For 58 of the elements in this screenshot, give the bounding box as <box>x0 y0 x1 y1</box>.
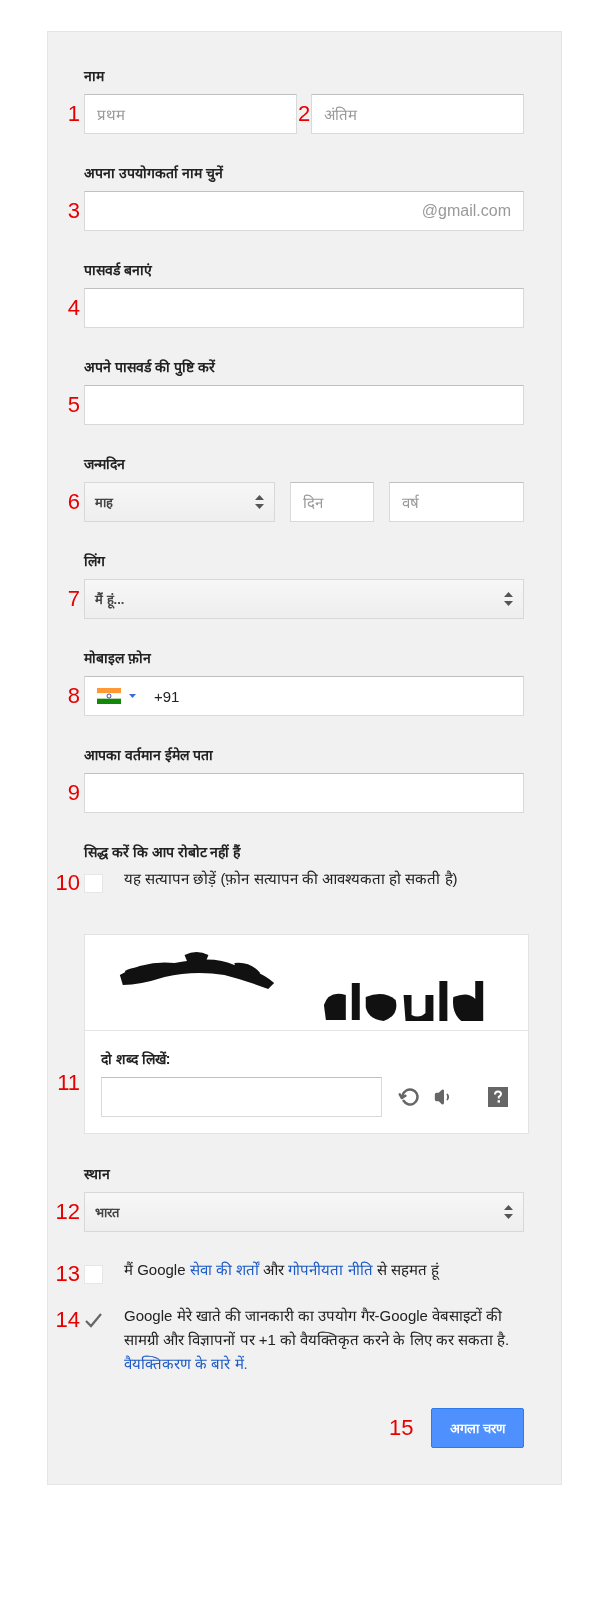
field-label: लिंग <box>84 552 107 570</box>
field-number: 14 <box>54 1307 81 1333</box>
up-down-arrows-icon <box>504 592 513 606</box>
checkbox[interactable] <box>84 1265 103 1284</box>
field-label: पासवर्ड बनाएं <box>84 261 154 279</box>
field-label: मोबाइल फ़ोन <box>84 649 153 667</box>
month-select[interactable]: माह <box>84 482 275 522</box>
field-label: अपना उपयोगकर्ता नाम चुनें <box>84 164 225 182</box>
field-label: स्थान <box>84 1165 112 1183</box>
text-link[interactable]: गोपनीयता नीति <box>288 1261 373 1278</box>
input-field[interactable] <box>84 773 524 813</box>
checkmark-icon <box>85 1313 102 1328</box>
field-label: नाम <box>84 67 106 85</box>
captcha-input[interactable] <box>101 1077 382 1117</box>
up-down-arrows-icon <box>504 1205 513 1219</box>
field-label: अपने पासवर्ड की पुष्टि करें <box>84 358 217 376</box>
input-field[interactable]: दिन <box>290 482 374 522</box>
field-number: 7 <box>66 586 81 612</box>
input-field[interactable] <box>84 288 524 328</box>
field-label: जन्मदिन <box>84 455 127 473</box>
field-number: 15 <box>388 1415 415 1441</box>
dropdown-select[interactable]: भारत <box>84 1192 524 1232</box>
input-field[interactable]: वर्ष <box>389 482 524 522</box>
checkbox[interactable] <box>84 874 103 893</box>
help-icon[interactable] <box>488 1087 508 1107</box>
phone-field[interactable]: +91 <box>84 676 524 716</box>
field-number: 10 <box>54 870 81 896</box>
input-field[interactable]: प्रथम <box>84 94 297 134</box>
captcha-prompt: दो शब्द लिखें: <box>101 1050 172 1068</box>
up-down-arrows-icon <box>255 495 264 509</box>
checkbox-label: यह सत्यापन छोड़ें (फ़ोन सत्यापन की आवश्यकता हो सकती है) <box>123 869 459 889</box>
field-number: 13 <box>54 1261 81 1287</box>
field-number: 8 <box>66 683 81 709</box>
field-label: आपका वर्तमान ईमेल पता <box>84 746 214 764</box>
field-number: 2 <box>296 101 312 127</box>
next-button[interactable]: अगला चरण <box>431 1408 524 1448</box>
agreement-text: Google मेरे खाते की जानकारी का उपयोग गैर-Google वेबसाइटों की सामग्री और विज्ञापनों पर +1 को वैयक्तिकृत करने के लिए कर सकता है. वैयक्तिकरण के बारे में. <box>123 1306 511 1374</box>
field-number: 4 <box>66 295 81 321</box>
input-field[interactable] <box>84 385 524 425</box>
field-number: 12 <box>54 1199 81 1225</box>
field-label: सिद्ध करें कि आप रोबोट नहीं हैं <box>84 843 242 861</box>
field-number: 11 <box>56 1070 81 1097</box>
input-field[interactable]: अंतिम <box>311 94 524 134</box>
agreement-text: मैं Google सेवा की शर्तों और गोपनीयता नीति से सहमत हूं <box>123 1260 441 1282</box>
field-number: 6 <box>66 489 81 515</box>
dropdown-caret-icon[interactable] <box>129 694 136 698</box>
input-field[interactable]: @gmail.com <box>84 191 524 231</box>
field-number: 9 <box>66 780 81 806</box>
field-number: 1 <box>66 101 81 127</box>
dropdown-select[interactable]: मैं हूं... <box>84 579 524 619</box>
checkbox[interactable] <box>84 1311 103 1330</box>
field-number: 5 <box>66 392 81 418</box>
text-link[interactable]: वैयक्तिकरण के बारे में. <box>124 1355 248 1372</box>
field-number: 3 <box>66 198 81 224</box>
text-link[interactable]: सेवा की शर्तों <box>189 1261 260 1278</box>
flag-icon <box>97 688 121 704</box>
country-code: +91 <box>154 687 180 705</box>
domain-suffix: @gmail.com <box>421 202 511 220</box>
